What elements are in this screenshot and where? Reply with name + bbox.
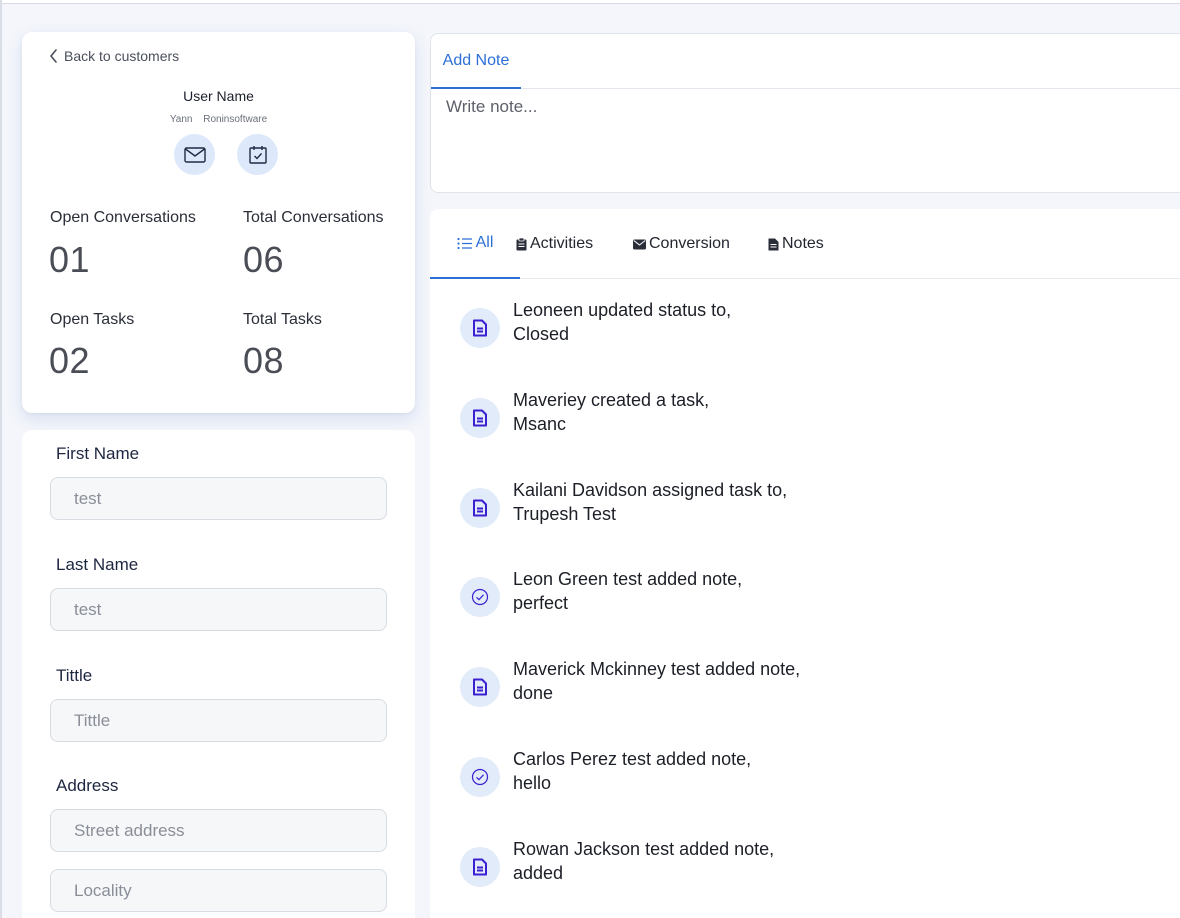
note-icon: [768, 238, 779, 251]
profile-card: Back to customers User Name Yann Roninso…: [22, 32, 415, 413]
title-label: Tittle: [56, 666, 93, 685]
tab-all[interactable]: All: [430, 209, 520, 279]
stat-label-total-conversations: Total Conversations: [243, 209, 384, 226]
tab-conversion[interactable]: Conversion: [633, 209, 730, 279]
envelope-icon: [633, 239, 646, 250]
feed-item: Maverick Mckinney test added note, done: [460, 659, 1160, 723]
feed-detail: added: [513, 863, 564, 883]
user-first-name: Yann: [169, 114, 193, 125]
add-note-card: Add Note Write note...: [430, 33, 1180, 193]
address-label: Address: [56, 776, 119, 795]
document-icon: [460, 488, 500, 528]
clipboard-icon: [516, 237, 527, 251]
user-name: User Name: [183, 88, 254, 104]
feed-action: Leon Green test added note,: [513, 569, 743, 589]
feed-item: Rowan Jackson test added note, added: [460, 839, 1160, 903]
activity-timeline: All Activities Conversion Notes Leoneen …: [430, 209, 1180, 918]
feed-action: Rowan Jackson test added note,: [513, 839, 775, 859]
timeline-tabs: All Activities Conversion Notes: [430, 209, 1180, 279]
tab-activities-label: Activities: [530, 235, 594, 252]
user-company: Roninsoftware: [203, 114, 268, 125]
stat-value-total-tasks: 08: [243, 340, 285, 381]
schedule-button[interactable]: [237, 134, 278, 175]
feed-item: Maveriey created a task, Msanc: [460, 390, 1160, 454]
check-circle-icon: [460, 757, 500, 797]
feed-item: Kailani Davidson assigned task to, Trupes…: [460, 480, 1160, 544]
back-link-label: Back to customers: [64, 48, 180, 64]
first-name-label: First Name: [56, 444, 140, 463]
mail-icon: [183, 146, 206, 163]
feed-action: Maverick Mckinney test added note,: [513, 659, 801, 679]
customer-form: First Name test Last Name test Tittle Ti…: [22, 430, 415, 918]
tab-activities[interactable]: Activities: [516, 209, 593, 279]
feed-action: Leoneen updated status to,: [513, 300, 732, 320]
back-to-customers-link[interactable]: Back to customers: [48, 48, 179, 64]
document-icon: [460, 308, 500, 348]
feed-text: Leoneen updated status to, Closed: [513, 298, 731, 346]
chevron-left-icon: [50, 49, 57, 63]
left-border: [0, 0, 2, 918]
feed-item: Leon Green test added note, perfect: [460, 569, 1160, 633]
feed-action: Carlos Perez test added note,: [513, 749, 752, 769]
first-name-field[interactable]: test: [50, 477, 387, 520]
feed-text: Carlos Perez test added note, hello: [513, 747, 751, 795]
calendar-check-icon: [248, 146, 267, 164]
feed-item: Carlos Perez test added note, hello: [460, 749, 1160, 813]
last-name-field[interactable]: test: [50, 588, 387, 631]
feed-detail: done: [513, 683, 554, 703]
feed-detail: hello: [513, 773, 552, 793]
stat-label-total-tasks: Total Tasks: [243, 311, 322, 328]
list-icon: [457, 237, 473, 250]
feed-text: Maveriey created a task, Msanc: [513, 388, 709, 436]
feed-text: Rowan Jackson test added note, added: [513, 837, 774, 885]
document-icon: [460, 667, 500, 707]
title-field[interactable]: Tittle: [50, 699, 387, 742]
feed-detail: Closed: [513, 324, 570, 344]
stat-value-open-conversations: 01: [49, 239, 91, 280]
tab-add-note[interactable]: Add Note: [431, 34, 521, 89]
feed-detail: Trupesh Test: [513, 504, 617, 524]
feed-detail: perfect: [513, 593, 569, 613]
tab-all-label: All: [475, 234, 494, 251]
user-meta: Yann Roninsoftware: [22, 114, 415, 125]
check-circle-icon: [460, 577, 500, 617]
note-divider: [521, 88, 1180, 89]
stat-label-open-tasks: Open Tasks: [50, 311, 135, 328]
document-icon: [460, 398, 500, 438]
top-border: [0, 0, 1180, 4]
stat-value-open-tasks: 02: [49, 340, 91, 381]
locality-field[interactable]: Locality: [50, 869, 387, 912]
feed-action: Maveriey created a task,: [513, 390, 710, 410]
feed-detail: Msanc: [513, 414, 567, 434]
stat-value-total-conversations: 06: [243, 239, 285, 280]
email-button[interactable]: [174, 134, 215, 175]
note-textarea[interactable]: Write note...: [446, 97, 537, 117]
document-icon: [460, 847, 500, 887]
feed-item: Leoneen updated status to, Closed: [460, 300, 1160, 364]
feed-action: Kailani Davidson assigned task to,: [513, 480, 788, 500]
tab-conversion-label: Conversion: [649, 235, 730, 252]
feed-text: Leon Green test added note, perfect: [513, 567, 742, 615]
stat-label-open-conversations: Open Conversations: [50, 209, 196, 226]
feed-text: Kailani Davidson assigned task to, Trupes…: [513, 478, 787, 526]
tab-notes-label: Notes: [782, 235, 824, 252]
feed-text: Maverick Mckinney test added note, done: [513, 657, 800, 705]
last-name-label: Last Name: [56, 555, 139, 574]
street-address-field[interactable]: Street address: [50, 809, 387, 852]
tab-notes[interactable]: Notes: [768, 209, 824, 279]
